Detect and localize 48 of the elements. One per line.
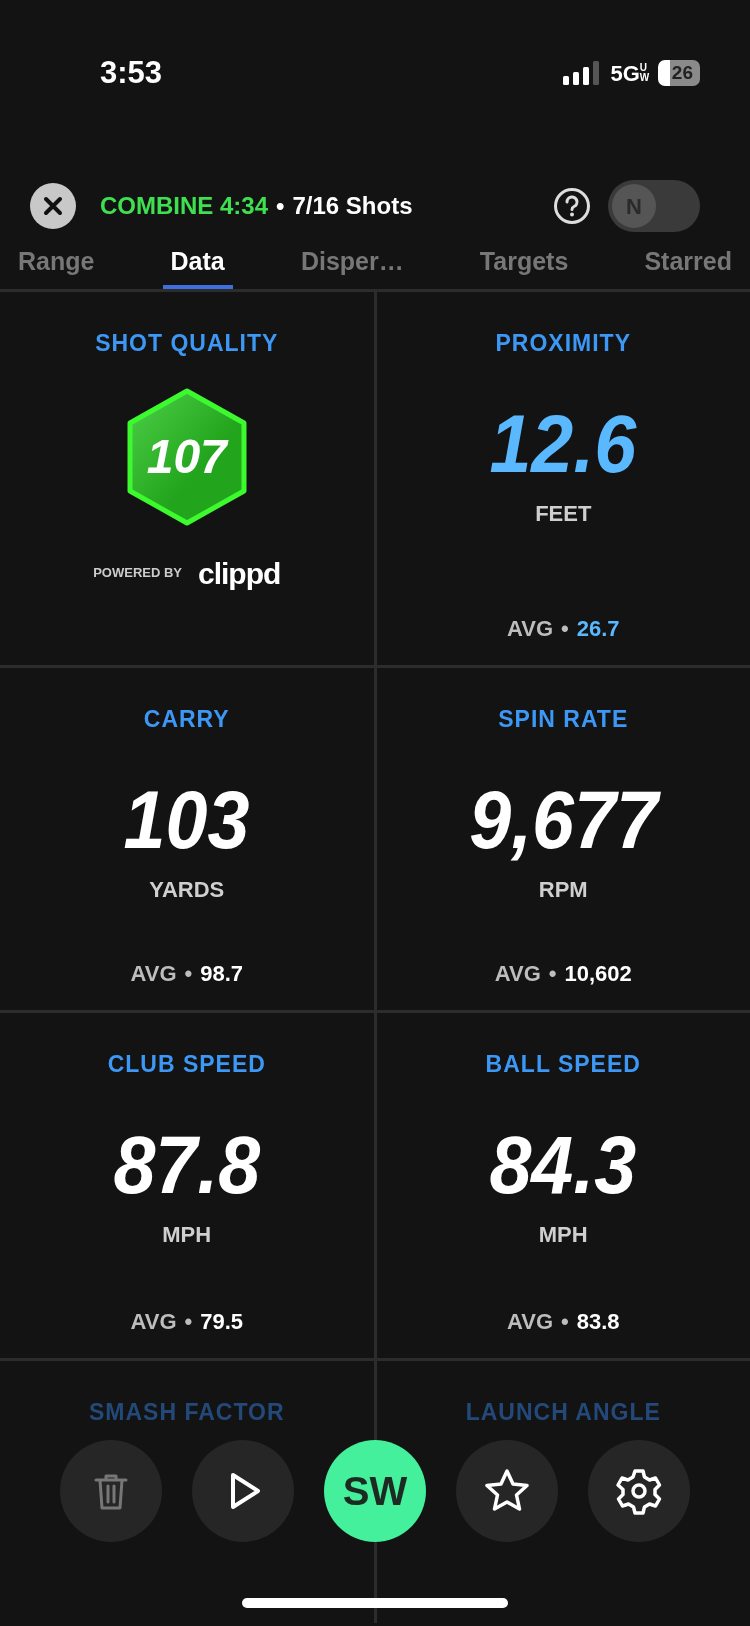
help-button[interactable] xyxy=(552,186,592,226)
help-icon xyxy=(553,187,591,225)
average-label: AVG xyxy=(506,615,553,643)
metric-unit: MPH xyxy=(162,1220,212,1249)
metric-value: 103 xyxy=(123,778,250,861)
combine-timer: COMBINE 4:34 xyxy=(100,191,269,221)
metric-unit: MPH xyxy=(538,1220,588,1249)
average-label: AVG xyxy=(506,1308,553,1336)
metric-title: CARRY xyxy=(143,705,230,734)
metric-value: 87.8 xyxy=(113,1123,261,1206)
separator-dot: • xyxy=(548,960,557,988)
metric-value: 12.6 xyxy=(489,402,637,485)
average-label: AVG xyxy=(130,960,177,988)
average-label: AVG xyxy=(130,1308,177,1336)
metric-title: SPIN RATE xyxy=(498,705,629,734)
metric-title: SMASH FACTOR xyxy=(88,1398,285,1427)
tab[interactable]: Range xyxy=(10,238,103,289)
tab[interactable]: Targets xyxy=(471,238,577,289)
metric-value: 84.3 xyxy=(489,1123,637,1206)
average-label: AVG xyxy=(494,960,541,988)
metric-title: PROXIMITY xyxy=(495,329,631,358)
close-icon xyxy=(43,196,63,216)
average-value: 83.8 xyxy=(576,1308,620,1336)
metric-unit: YARDS xyxy=(149,875,225,904)
metric-title: SHOT QUALITY xyxy=(95,329,279,358)
brand-logo: clippd xyxy=(198,555,281,592)
average-value: 26.7 xyxy=(576,615,620,643)
separator-dot: • xyxy=(561,1308,569,1336)
status-time: 3:53 xyxy=(100,53,163,92)
powered-by-label: POWERED BY xyxy=(93,564,182,583)
settings-icon xyxy=(614,1466,664,1516)
separator-dot: • xyxy=(276,191,285,221)
separator-dot: • xyxy=(184,1308,193,1336)
metric-title: BALL SPEED xyxy=(485,1050,641,1079)
separator-dot: • xyxy=(561,615,569,643)
metric-title: LAUNCH ANGLE xyxy=(465,1398,661,1427)
tab[interactable]: Disper… xyxy=(292,238,412,289)
tab[interactable]: Starred xyxy=(636,238,740,289)
average-value: 10,602 xyxy=(564,960,632,988)
metric-unit: RPM xyxy=(538,875,588,904)
metric-unit: FEET xyxy=(535,499,592,528)
metric-title: CLUB SPEED xyxy=(107,1050,266,1079)
battery-indicator: 26 xyxy=(657,60,700,86)
average-value: 79.5 xyxy=(200,1308,244,1336)
shot-count: 7/16 Shots xyxy=(292,191,413,221)
close-button[interactable] xyxy=(30,183,76,229)
average-value: 98.7 xyxy=(200,960,244,988)
separator-dot: • xyxy=(184,960,193,988)
